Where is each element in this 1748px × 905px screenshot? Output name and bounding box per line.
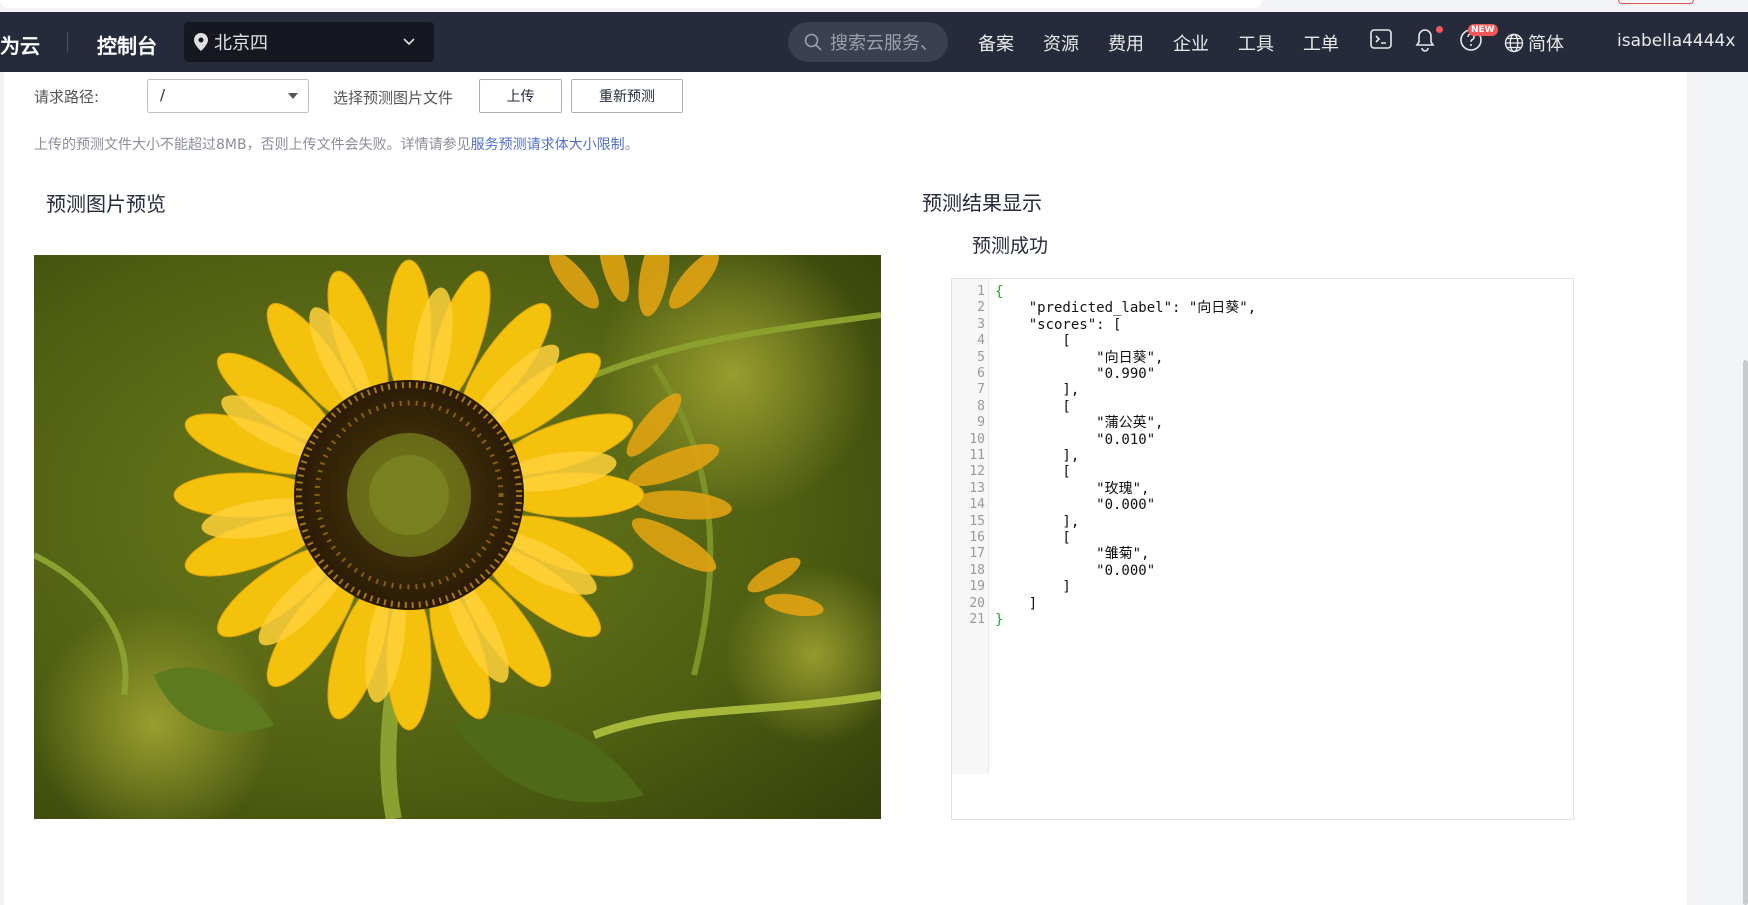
- line-number: 2: [977, 300, 985, 316]
- username[interactable]: isabella4444x: [1617, 31, 1735, 51]
- code-line: ]: [995, 595, 1038, 612]
- address-bar-edge: [0, 0, 1262, 8]
- line-number: 3: [977, 316, 985, 332]
- code-line: [: [995, 530, 1071, 546]
- scrollbar-thumb[interactable]: [1743, 360, 1748, 905]
- code-line: ]: [995, 579, 1071, 596]
- nav-enterprise[interactable]: 企业: [1173, 30, 1209, 56]
- line-number: 11: [969, 448, 985, 463]
- request-path-value: /: [160, 86, 166, 104]
- line-number: 12: [969, 464, 985, 480]
- line-number: 8: [977, 398, 985, 414]
- preview-title: 预测图片预览: [46, 192, 166, 216]
- line-number: 19: [969, 579, 985, 595]
- nav-tools[interactable]: 工具: [1238, 30, 1274, 56]
- upload-hint: 上传的预测文件大小不能超过8MB，否则上传文件会失败。详情请参见服务预测请求体大…: [34, 134, 639, 154]
- chevron-down-icon: [403, 38, 415, 46]
- result-title: 预测结果显示: [922, 191, 1042, 215]
- line-number: 9: [977, 415, 985, 431]
- code-line: "玫瑰",: [995, 480, 1150, 497]
- upload-hint-end: 。: [624, 137, 639, 153]
- terminal-icon[interactable]: [1370, 28, 1392, 50]
- code-line: "向日葵",: [995, 349, 1164, 366]
- upload-button[interactable]: 上传: [479, 79, 562, 113]
- nav-filing[interactable]: 备案: [978, 30, 1014, 56]
- nav-resources[interactable]: 资源: [1043, 30, 1079, 56]
- code-line: [: [995, 398, 1071, 415]
- code-line: "predicted_label": "向日葵",: [995, 300, 1257, 317]
- nav-billing[interactable]: 费用: [1108, 30, 1144, 56]
- notification-bell-icon[interactable]: [1414, 28, 1436, 52]
- file-select-label: 选择预测图片文件: [333, 89, 454, 107]
- line-number: 4: [977, 333, 985, 349]
- region-name: 北京四: [214, 33, 268, 54]
- code-line: "0.000": [995, 497, 1156, 514]
- dropdown-arrow-icon: [288, 93, 298, 99]
- console-link[interactable]: 控制台: [97, 30, 157, 59]
- code-line: ],: [995, 382, 1080, 399]
- code-line: "0.000": [995, 562, 1156, 579]
- search-icon: [804, 33, 822, 51]
- globe-icon: [1504, 33, 1524, 53]
- browser-strip: [0, 0, 1748, 12]
- line-number: 10: [969, 431, 985, 447]
- brand-logo-text[interactable]: 为云: [0, 30, 40, 59]
- right-gutter: [1687, 72, 1748, 905]
- line-number: 21: [969, 612, 985, 627]
- line-number: 20: [969, 595, 985, 611]
- code-line: [: [995, 333, 1071, 350]
- code-line: "雏菊",: [995, 546, 1150, 563]
- request-path-label: 请求路径:: [34, 88, 100, 106]
- code-line: }: [995, 612, 1004, 628]
- search-placeholder: 搜索云服务、: [830, 33, 938, 54]
- request-path-select[interactable]: /: [147, 79, 309, 113]
- language-switcher[interactable]: 简体: [1504, 30, 1564, 56]
- line-number: 7: [977, 382, 985, 398]
- repredict-button[interactable]: 重新预测: [571, 79, 683, 113]
- code-line: "蒲公英",: [995, 415, 1164, 432]
- language-label: 简体: [1528, 34, 1564, 55]
- line-number: 1: [977, 284, 985, 299]
- search-input[interactable]: 搜索云服务、: [788, 22, 948, 62]
- code-line: ],: [995, 448, 1080, 464]
- page-left-edge: [0, 72, 4, 905]
- browser-button-edge: [1618, 0, 1694, 4]
- code-line: {: [995, 284, 1004, 300]
- upload-hint-text: 上传的预测文件大小不能超过8MB，否则上传文件会失败。详情请参见: [34, 137, 471, 153]
- notification-dot: [1436, 26, 1443, 33]
- line-number: 5: [977, 349, 985, 365]
- sunflower-preview-image: [34, 255, 881, 819]
- line-number-gutter: 1 2 3 4 5 6 7 8 9 10 11 12 13 14 15 16 17 18 19 20 21: [952, 279, 989, 774]
- code-line: ],: [995, 513, 1080, 530]
- line-number: 13: [969, 480, 985, 496]
- line-number: 15: [969, 513, 985, 529]
- size-limit-link[interactable]: 服务预测请求体大小限制: [471, 137, 625, 153]
- new-badge: NEW: [1468, 24, 1498, 36]
- code-line: [: [995, 464, 1071, 481]
- prediction-result-editor[interactable]: 1 2 3 4 5 6 7 8 9 10 11 12 13 14 15 16 17 18 19 20 21 { "pre…: [951, 278, 1574, 820]
- line-number: 17: [969, 546, 985, 562]
- top-navigation-bar: 为云 控制台 北京四 搜索云服务、 备案 资源 费用 企业 工具 工单 NEW …: [0, 12, 1748, 72]
- prediction-status: 预测成功: [972, 235, 1049, 257]
- line-number: 16: [969, 530, 985, 545]
- nav-tickets[interactable]: 工单: [1303, 30, 1339, 56]
- line-number: 14: [969, 497, 985, 513]
- region-selector[interactable]: 北京四: [184, 22, 434, 62]
- location-pin-icon: [194, 33, 208, 51]
- code-line: "0.010": [995, 431, 1156, 448]
- code-line: "scores": [: [995, 316, 1122, 333]
- code-line: "0.990": [995, 366, 1156, 382]
- line-number: 18: [969, 562, 985, 578]
- line-number: 6: [977, 366, 985, 381]
- header-divider: [67, 32, 68, 52]
